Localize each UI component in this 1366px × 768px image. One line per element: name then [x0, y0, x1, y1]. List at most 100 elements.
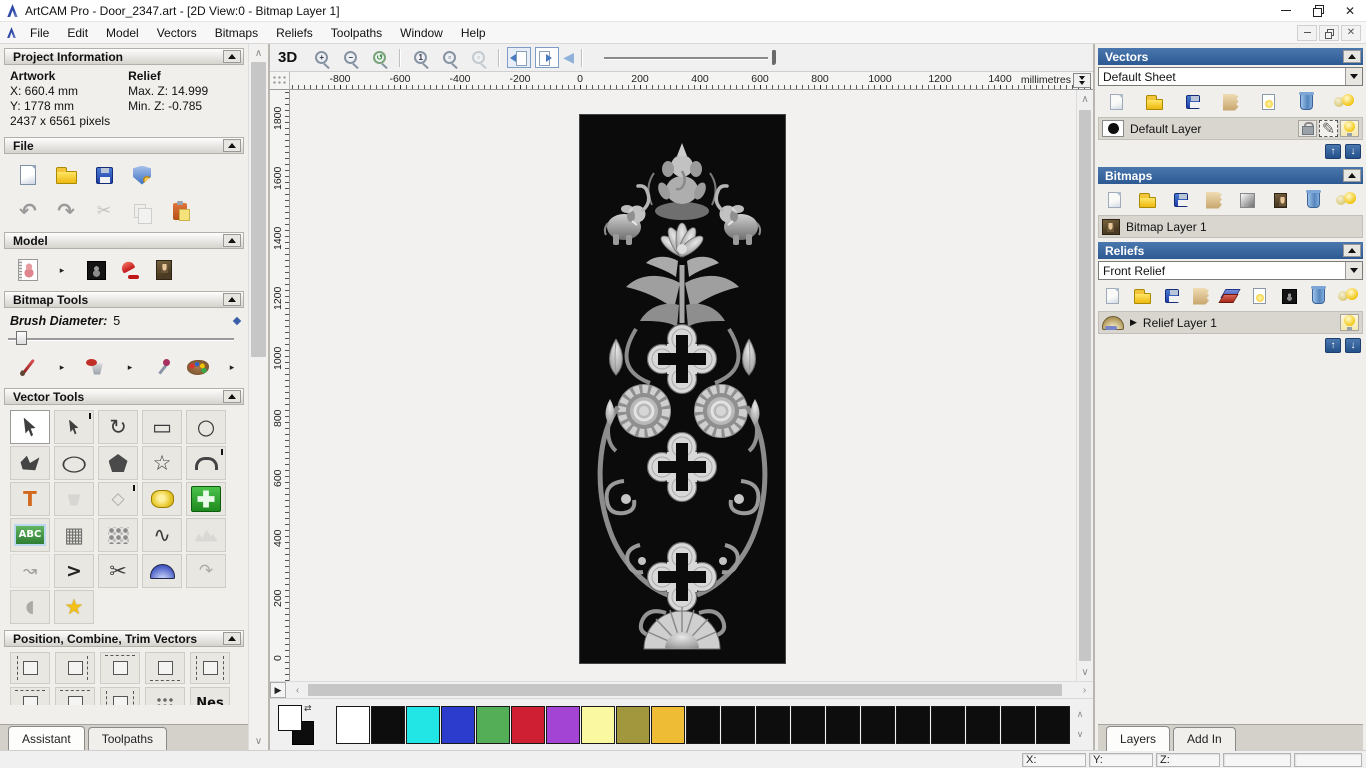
menu-file[interactable]: File [21, 24, 58, 42]
save-relief-layer-button[interactable] [1159, 286, 1184, 306]
move-layer-down-button[interactable]: ↓ [1345, 338, 1361, 353]
toggle-all-layers-button[interactable] [1327, 92, 1361, 112]
free-polyline-tool[interactable]: ∿ [142, 518, 182, 552]
align-spread-button[interactable] [100, 687, 140, 705]
tab-toolpaths[interactable]: Toolpaths [87, 727, 168, 750]
spin-profile-tool[interactable] [142, 554, 182, 588]
zoom-fit-button[interactable]: ▫ [437, 47, 462, 69]
menu-bitmaps[interactable]: Bitmaps [206, 24, 267, 42]
sheet-dropdown[interactable]: Default Sheet [1098, 67, 1363, 86]
palette-swatch[interactable] [336, 705, 370, 744]
relief-layer-row[interactable]: ▶ Relief Layer 1 [1098, 311, 1363, 334]
delete-bitmap-layer-button[interactable] [1299, 190, 1328, 210]
preview-back-button[interactable]: ◀ [563, 49, 574, 66]
toggle-layer-visibility-button[interactable] [1251, 92, 1285, 112]
tab-layers[interactable]: Layers [1106, 726, 1171, 751]
collapse-button[interactable] [223, 390, 241, 403]
collapse-button[interactable] [223, 50, 241, 63]
open-model-button[interactable] [54, 162, 78, 188]
mdi-close-button[interactable]: ✕ [1341, 24, 1361, 41]
palette-swatch[interactable] [686, 705, 720, 744]
flood-fill-vector-tool[interactable] [54, 482, 94, 516]
collapse-button[interactable] [223, 293, 241, 306]
minimize-button[interactable] [1270, 0, 1302, 22]
create-boundary-tool[interactable]: ★ [54, 590, 94, 624]
license-export-button[interactable] [130, 162, 154, 188]
nesting-button[interactable]: Nes [190, 687, 230, 705]
flyout-pin-icon[interactable] [232, 316, 242, 326]
toggle-all-bitmap-layers-button[interactable] [1332, 190, 1361, 210]
greyscale-preview-button[interactable] [1277, 286, 1302, 306]
pane-toggle-button[interactable]: ▶ [270, 682, 286, 698]
delete-vector-layer-button[interactable] [1289, 92, 1323, 112]
align-bottom-button[interactable] [145, 652, 185, 684]
zoom-out-button[interactable]: − [338, 47, 363, 69]
colour-picker-button[interactable] [152, 354, 176, 380]
collapse-button[interactable] [1343, 169, 1361, 182]
palette-swatch[interactable] [616, 705, 650, 744]
lock-layer-button[interactable] [1298, 120, 1317, 137]
paint-brush-button[interactable] [16, 354, 40, 380]
dropdown-arrow-icon[interactable] [1345, 262, 1362, 279]
new-bitmap-layer-button[interactable] [1100, 190, 1129, 210]
scroll-up-arrow[interactable]: ∧ [1077, 90, 1093, 108]
align-centre-button[interactable] [10, 687, 50, 705]
previous-layer-view-button[interactable] [507, 47, 532, 68]
menu-model[interactable]: Model [97, 24, 148, 42]
units-dropdown-button[interactable] [1073, 73, 1091, 88]
join-vectors-tool[interactable]: > [54, 554, 94, 588]
flyout-arrow-icon[interactable]: ▸ [50, 257, 74, 283]
palette-swatch[interactable] [826, 705, 860, 744]
slider-handle[interactable] [16, 331, 27, 345]
adjust-model-button[interactable] [84, 257, 108, 283]
zoom-in-button[interactable]: + [309, 47, 334, 69]
swap-colours-icon[interactable]: ⇄ [304, 703, 312, 714]
drawing-canvas[interactable] [290, 90, 1076, 681]
assistant-scrollbar[interactable]: ∧ ∨ [248, 44, 268, 750]
edit-layer-button[interactable]: ✎ [1319, 120, 1338, 138]
set-model-size-button[interactable] [16, 257, 40, 283]
paste-along-curve-tool[interactable] [98, 518, 138, 552]
palette-swatch[interactable] [511, 705, 545, 744]
distort-vectors-tool[interactable]: ▦ [54, 518, 94, 552]
delete-relief-layer-button[interactable] [1306, 286, 1331, 306]
cut-button[interactable]: ✂ [92, 198, 116, 224]
flyout-arrow-icon[interactable]: ▸ [118, 354, 142, 380]
palette-scroll-down[interactable]: ∨ [1072, 726, 1088, 744]
collapse-button[interactable] [223, 139, 241, 152]
merge-relief-layers-button[interactable] [1188, 286, 1213, 306]
collapse-button[interactable] [1343, 50, 1361, 63]
open-relief-layer-button[interactable] [1129, 286, 1154, 306]
menu-reliefs[interactable]: Reliefs [267, 24, 322, 42]
align-middle-button[interactable] [55, 687, 95, 705]
view-slider[interactable] [603, 48, 784, 68]
tab-add-in[interactable]: Add In [1173, 727, 1236, 751]
toolbar-separator[interactable] [399, 48, 402, 67]
dropdown-arrow-icon[interactable] [1345, 68, 1362, 85]
vector-doctor-tool[interactable] [186, 482, 226, 516]
view-3d-button[interactable]: 3D [278, 49, 297, 66]
move-layer-up-button[interactable]: ↑ [1325, 338, 1341, 353]
layer-colour-button[interactable] [1102, 120, 1124, 137]
save-model-button[interactable] [92, 162, 116, 188]
save-bitmap-layer-button[interactable] [1166, 190, 1195, 210]
new-model-button[interactable] [16, 162, 40, 188]
palette-swatch[interactable] [791, 705, 825, 744]
mdi-restore-button[interactable] [1319, 24, 1339, 41]
create-ellipse-tool[interactable]: ○ [54, 446, 94, 480]
trim-vectors-tool[interactable]: ✂ [98, 554, 138, 588]
scrollbar-thumb[interactable] [1079, 110, 1091, 661]
create-circle-tool[interactable]: ○ [186, 410, 226, 444]
mdi-minimize-button[interactable] [1297, 24, 1317, 41]
open-bitmap-layer-button[interactable] [1133, 190, 1162, 210]
palette-swatch[interactable] [651, 705, 685, 744]
scroll-right-arrow[interactable]: › [1076, 682, 1093, 698]
fit-curve-tool[interactable]: ↝ [10, 554, 50, 588]
undo-button[interactable]: ↶ [16, 198, 40, 224]
redo-button[interactable]: ↷ [54, 198, 78, 224]
palette-swatch[interactable] [476, 705, 510, 744]
offset-vectors-tool[interactable]: ◇ [98, 482, 138, 516]
colour-blend-button[interactable] [1233, 190, 1262, 210]
paste-array-button[interactable] [145, 687, 185, 705]
layer-visibility-button[interactable] [1340, 120, 1359, 137]
